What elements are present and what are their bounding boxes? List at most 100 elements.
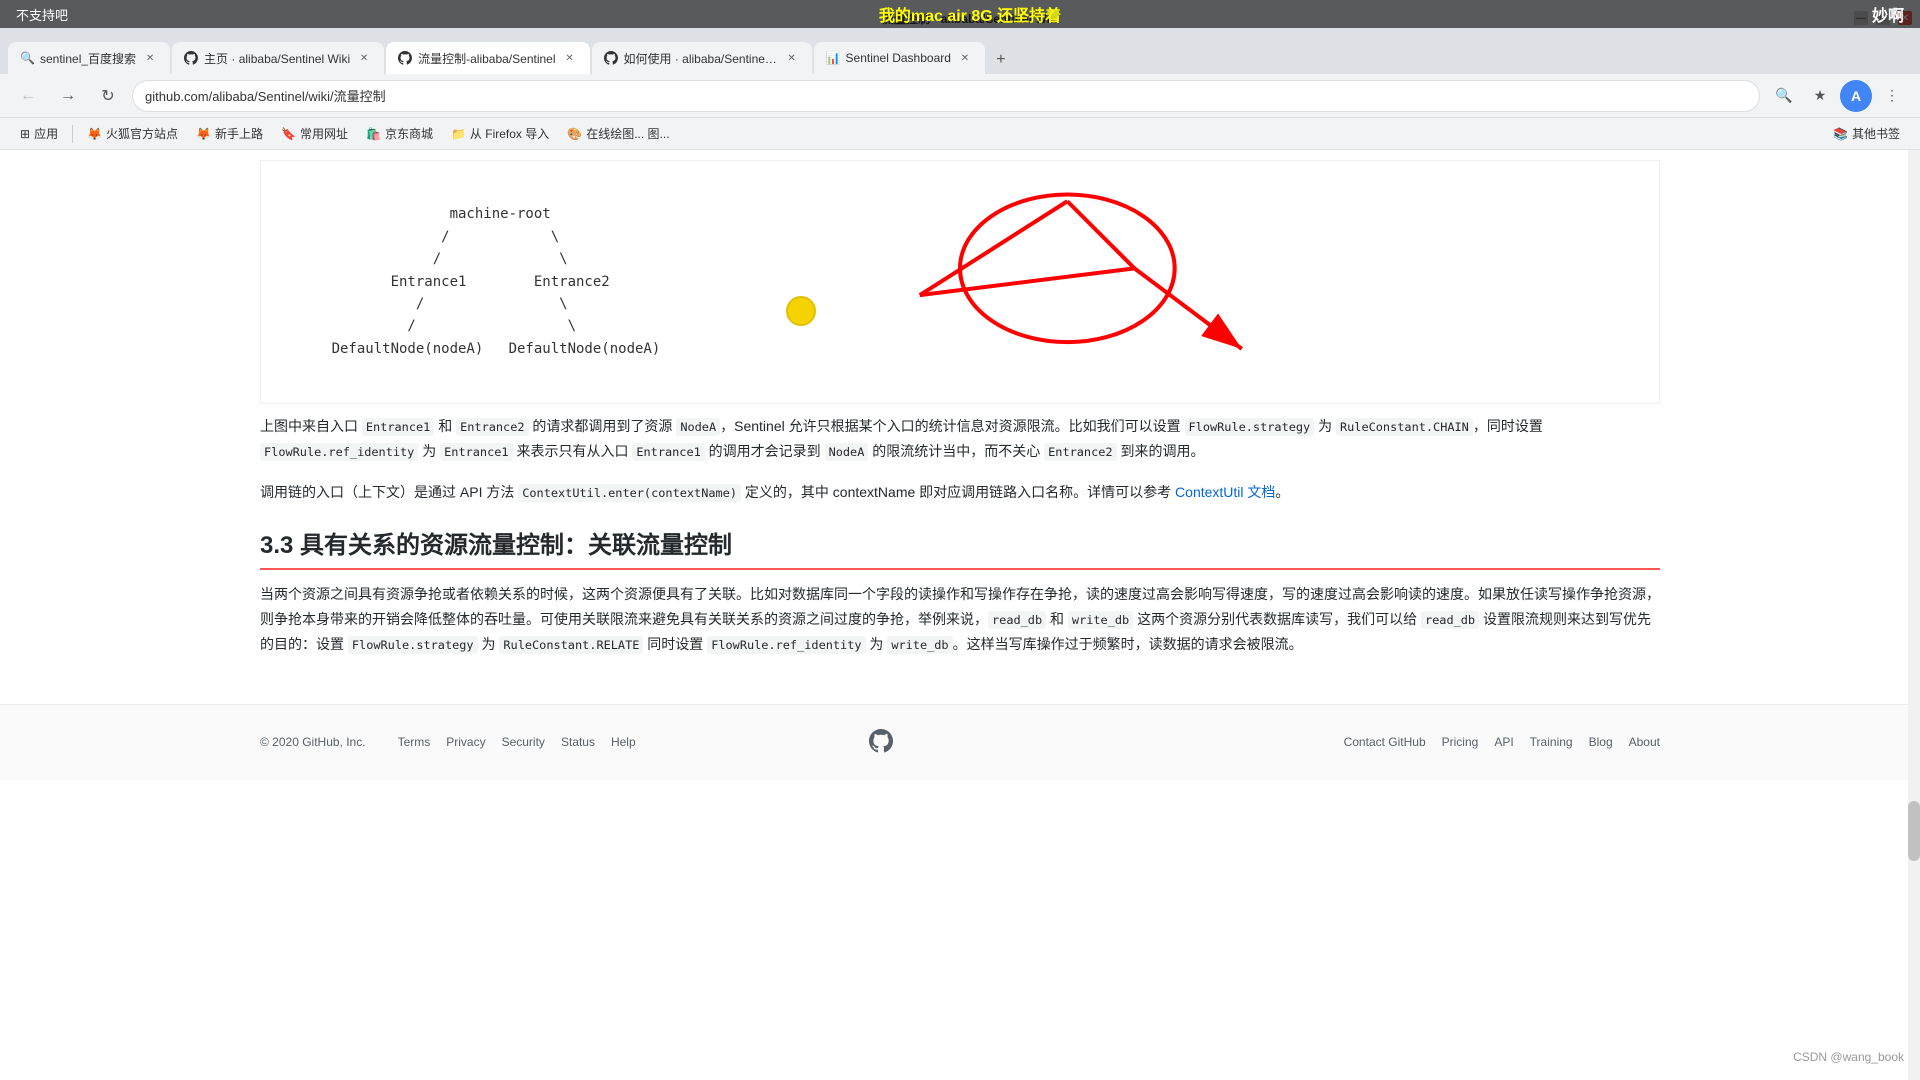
bookmark-apps[interactable]: ⊞ 应用 xyxy=(12,123,66,144)
bookmark-star-icon[interactable]: ★ xyxy=(1804,80,1836,112)
csdn-watermark: CSDN @wang_book xyxy=(1793,1050,1904,1064)
toolbar-icons: 🔍 ★ A ⋮ xyxy=(1768,80,1908,112)
back-button[interactable]: ← xyxy=(12,80,44,112)
footer-link-contact[interactable]: Contact GitHub xyxy=(1344,735,1426,749)
tree-diagram: machine-root / \ / \ Entrance1 Entrance2… xyxy=(281,181,1639,383)
footer-github-logo xyxy=(869,729,893,756)
window-controls: — □ ✕ xyxy=(1854,11,1912,25)
footer-link-api[interactable]: API xyxy=(1494,735,1513,749)
tab-favicon-3 xyxy=(398,51,412,65)
footer: © 2020 GitHub, Inc. Terms Privacy Securi… xyxy=(0,704,1920,780)
code-flowrule-strategy: FlowRule.strategy xyxy=(1185,418,1315,436)
minimize-button[interactable]: — xyxy=(1854,11,1868,25)
browser-frame: 流量控制 · alibaba/Sentinel Wiki — □ ✕ 🔍 sen… xyxy=(0,0,1920,150)
jd-label: 京东商城 xyxy=(385,125,433,142)
footer-link-terms[interactable]: Terms xyxy=(398,735,431,749)
bookmark-firefox-official[interactable]: 🦊 火狐官方站点 xyxy=(79,123,186,144)
reload-button[interactable]: ↻ xyxy=(92,80,124,112)
drawing-label: 在线绘图... 图... xyxy=(586,125,669,142)
other-label: 其他书签 xyxy=(1852,125,1900,142)
footer-link-status[interactable]: Status xyxy=(561,735,595,749)
bookmark-divider-1 xyxy=(72,125,73,143)
bookmark-other[interactable]: 📚 其他书签 xyxy=(1825,123,1908,144)
content-section: 上图中来自入口 Entrance1 和 Entrance2 的请求都调用到了资源… xyxy=(0,404,1920,704)
firefox-icon: 🦊 xyxy=(87,127,102,141)
code-entrance1-3: Entrance1 xyxy=(632,443,704,461)
footer-link-help[interactable]: Help xyxy=(611,735,636,749)
tab-favicon-4 xyxy=(604,51,618,65)
tab-favicon-1: 🔍 xyxy=(20,51,34,65)
search-icon[interactable]: 🔍 xyxy=(1768,80,1800,112)
code-entrance2: Entrance2 xyxy=(456,418,528,436)
tab-close-5[interactable]: ✕ xyxy=(957,50,973,66)
code-entrance1: Entrance1 xyxy=(362,418,434,436)
bookmark-firefox-import[interactable]: 📁 从 Firefox 导入 xyxy=(443,123,557,144)
user-avatar-icon[interactable]: A xyxy=(1840,80,1872,112)
contextutil-doc-link[interactable]: ContextUtil 文档 xyxy=(1175,484,1275,500)
code-flowrule-strategy-2: FlowRule.strategy xyxy=(348,636,478,654)
beginner-label: 新手上路 xyxy=(215,125,263,142)
tab-sentinel-dashboard[interactable]: 📊 Sentinel Dashboard ✕ xyxy=(814,42,985,74)
tab-title-1: sentinel_百度搜索 xyxy=(40,50,136,67)
code-nodea: NodeA xyxy=(676,418,720,436)
tab-close-2[interactable]: ✕ xyxy=(356,50,372,66)
tab-close-4[interactable]: ✕ xyxy=(784,50,800,66)
code-write-db-2: write_db xyxy=(887,636,952,654)
bookmark-jd[interactable]: 🛍️ 京东商城 xyxy=(358,123,441,144)
bookmark-beginner[interactable]: 🦊 新手上路 xyxy=(188,123,271,144)
footer-link-about[interactable]: About xyxy=(1629,735,1660,749)
jd-icon: 🛍️ xyxy=(366,127,381,141)
page-content: machine-root / \ / \ Entrance1 Entrance2… xyxy=(0,160,1920,704)
extensions-icon[interactable]: ⋮ xyxy=(1876,80,1908,112)
scrollbar[interactable] xyxy=(1908,150,1920,1080)
firefox-import-label: 从 Firefox 导入 xyxy=(470,125,549,142)
new-tab-button[interactable]: + xyxy=(987,46,1015,74)
tab-flow-control[interactable]: 流量控制-alibaba/Sentinel ✕ xyxy=(386,42,589,74)
tab-sentinel-wiki-home[interactable]: 主页 · alibaba/Sentinel Wiki ✕ xyxy=(172,42,384,74)
code-contextutil: ContextUtil.enter(contextName) xyxy=(518,484,741,502)
tab-favicon-5: 📊 xyxy=(826,51,840,65)
tab-close-1[interactable]: ✕ xyxy=(142,50,158,66)
firefox-label: 火狐官方站点 xyxy=(106,125,178,142)
tab-title-4: 如何使用 · alibaba/Sentinel W xyxy=(624,50,778,67)
forward-button[interactable]: → xyxy=(52,80,84,112)
code-flowrule-ref2: FlowRule.ref_identity xyxy=(707,636,865,654)
bookmark-common-sites[interactable]: 🔖 常用网址 xyxy=(273,123,356,144)
apps-icon: ⊞ xyxy=(20,127,30,141)
code-entrance2-2: Entrance2 xyxy=(1044,443,1116,461)
footer-link-pricing[interactable]: Pricing xyxy=(1442,735,1479,749)
code-rule-chain: RuleConstant.CHAIN xyxy=(1336,418,1473,436)
bookmarks-bar: ⊞ 应用 🦊 火狐官方站点 🦊 新手上路 🔖 常用网址 🛍️ 京东商城 📁 从 … xyxy=(0,118,1920,150)
yellow-dot xyxy=(786,296,816,326)
url-text: github.com/alibaba/Sentinel/wiki/流量控制 xyxy=(145,86,1747,105)
code-flowrule-ref1: FlowRule.ref_identity xyxy=(260,443,418,461)
tab-bar: 🔍 sentinel_百度搜索 ✕ 主页 · alibaba/Sentinel … xyxy=(0,36,1920,74)
tab-title-2: 主页 · alibaba/Sentinel Wiki xyxy=(204,50,350,67)
other-icon: 📚 xyxy=(1833,127,1848,141)
close-button[interactable]: ✕ xyxy=(1898,11,1912,25)
footer-link-privacy[interactable]: Privacy xyxy=(446,735,485,749)
bookmark-drawing[interactable]: 🎨 在线绘图... 图... xyxy=(559,123,677,144)
tab-sentinel-usage[interactable]: 如何使用 · alibaba/Sentinel W ✕ xyxy=(592,42,812,74)
code-read-db-2: read_db xyxy=(1421,611,1479,629)
code-entrance1-2: Entrance1 xyxy=(440,443,512,461)
firefox-import-icon: 📁 xyxy=(451,127,466,141)
code-read-db: read_db xyxy=(988,611,1046,629)
footer-link-blog[interactable]: Blog xyxy=(1589,735,1613,749)
tab-favicon-2 xyxy=(184,51,198,65)
code-rule-relate: RuleConstant.RELATE xyxy=(499,636,643,654)
maximize-button[interactable]: □ xyxy=(1876,11,1890,25)
drawing-icon: 🎨 xyxy=(567,127,582,141)
tab-close-3[interactable]: ✕ xyxy=(562,50,578,66)
apps-label: 应用 xyxy=(34,125,58,142)
code-write-db: write_db xyxy=(1068,611,1133,629)
paragraph-2: 调用链的入口（上下文）是通过 API 方法 ContextUtil.enter(… xyxy=(260,480,1660,505)
footer-link-training[interactable]: Training xyxy=(1530,735,1573,749)
tab-sentinel-search[interactable]: 🔍 sentinel_百度搜索 ✕ xyxy=(8,42,170,74)
toolbar: ← → ↻ github.com/alibaba/Sentinel/wiki/流… xyxy=(0,74,1920,118)
scroll-thumb[interactable] xyxy=(1908,801,1920,861)
address-bar[interactable]: github.com/alibaba/Sentinel/wiki/流量控制 xyxy=(132,80,1760,112)
footer-link-security[interactable]: Security xyxy=(502,735,545,749)
code-nodea-2: NodeA xyxy=(825,443,869,461)
common-icon: 🔖 xyxy=(281,127,296,141)
